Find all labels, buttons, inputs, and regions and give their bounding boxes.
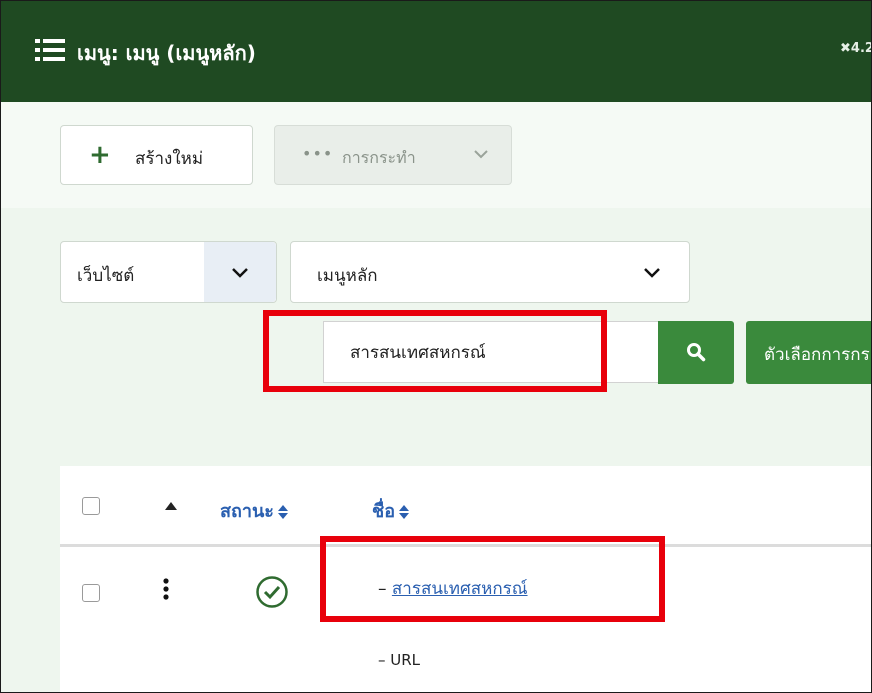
sort-ascending-icon[interactable] — [165, 502, 177, 510]
drag-handle-icon[interactable] — [163, 577, 169, 601]
joomla-icon: ✖ — [840, 41, 851, 56]
search-highlight-box — [263, 310, 607, 392]
page-header: เมนู: เมนู (เมนูหลัก) ✖4.2 — [1, 1, 871, 102]
table-header: สถานะ ชื่อ — [60, 466, 871, 547]
page-title: เมนู: เมนู (เมนูหลัก) — [77, 41, 256, 65]
name-column-header[interactable]: ชื่อ — [372, 496, 410, 525]
site-select-value: เว็บไซต์ — [77, 266, 135, 286]
new-button[interactable]: + สร้างใหม่ — [60, 125, 253, 185]
site-select[interactable]: เว็บไซต์ — [60, 241, 277, 303]
status-column-header[interactable]: สถานะ — [220, 496, 288, 525]
row-checkbox[interactable] — [82, 584, 100, 602]
item-highlight-box — [320, 536, 665, 622]
search-icon — [687, 343, 706, 362]
filter-options-button[interactable]: ตัวเลือกการกรอง — [746, 321, 871, 384]
published-check-icon[interactable] — [255, 575, 289, 609]
new-button-label: สร้างใหม่ — [135, 149, 204, 169]
actions-dropdown-button[interactable]: ••• การกระทำ — [274, 125, 512, 185]
menu-select[interactable]: เมนูหลัก — [290, 241, 690, 303]
filter-options-label: ตัวเลือกการกรอง — [764, 345, 871, 365]
chevron-down-icon — [644, 268, 660, 278]
site-select-toggle[interactable] — [204, 242, 276, 302]
ellipsis-icon: ••• — [302, 144, 334, 163]
search-button[interactable] — [658, 321, 734, 384]
actions-label: การกระทำ — [342, 148, 416, 167]
sort-icon — [277, 505, 288, 519]
chevron-down-icon — [232, 268, 248, 278]
app-frame: เมนู: เมนู (เมนูหลัก) ✖4.2 + สร้างใหม่ •… — [0, 0, 872, 693]
list-icon — [35, 39, 65, 61]
sort-icon — [399, 505, 410, 519]
select-all-checkbox[interactable] — [82, 497, 100, 515]
menu-item-type: – URL — [378, 651, 421, 669]
plus-icon: + — [89, 140, 111, 170]
chevron-down-icon — [474, 150, 488, 159]
version-badge: ✖4.2 — [840, 41, 872, 56]
menu-select-value: เมนูหลัก — [317, 266, 378, 286]
